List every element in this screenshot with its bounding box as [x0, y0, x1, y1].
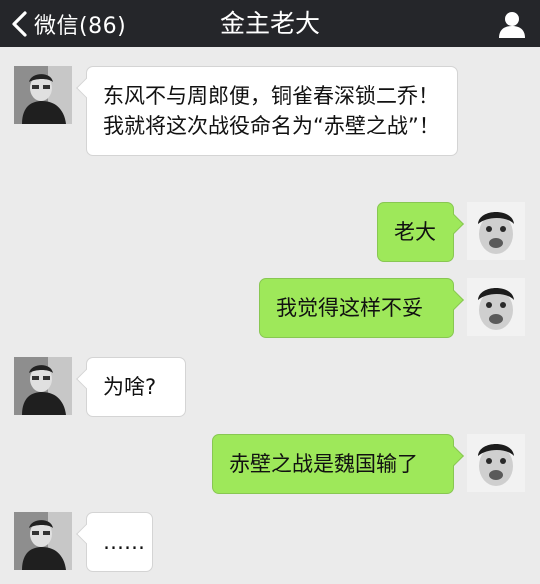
message-text: 老大 [394, 220, 436, 244]
message-text: …… [103, 530, 145, 554]
message-text: 东风不与周郎便，铜雀春深锁二乔！我就将这次战役命名为“赤壁之战”！ [103, 84, 440, 138]
message-bubble[interactable]: 东风不与周郎便，铜雀春深锁二乔！我就将这次战役命名为“赤壁之战”！ [76, 66, 458, 156]
back-button[interactable]: 微信(86) [8, 0, 126, 47]
person-icon [499, 12, 525, 38]
back-label: 微信(86) [34, 13, 127, 39]
avatar[interactable] [467, 202, 525, 260]
message-text: 我觉得这样不妥 [276, 296, 423, 320]
avatar-image [14, 357, 72, 415]
chat-info-button[interactable] [496, 8, 528, 40]
avatar[interactable] [467, 278, 525, 336]
avatar-image [14, 66, 72, 124]
avatar-image [14, 512, 72, 570]
chevron-left-icon [12, 10, 27, 37]
message-bubble[interactable]: 我觉得这样不妥 [259, 278, 464, 338]
avatar-image [467, 434, 525, 492]
message-bubble[interactable]: 老大 [377, 202, 464, 262]
message-text: 赤壁之战是魏国输了 [229, 452, 418, 476]
message-bubble[interactable]: …… [76, 512, 153, 572]
message-bubble[interactable]: 为啥? [76, 357, 186, 417]
avatar[interactable] [14, 512, 72, 570]
message-bubble[interactable]: 赤壁之战是魏国输了 [212, 434, 464, 494]
message-text: 为啥? [103, 375, 157, 399]
avatar[interactable] [14, 66, 72, 124]
avatar[interactable] [14, 357, 72, 415]
avatar-image [467, 202, 525, 260]
avatar[interactable] [467, 434, 525, 492]
avatar-image [467, 278, 525, 336]
chat-header: 微信(86) 金主老大 [0, 0, 540, 47]
